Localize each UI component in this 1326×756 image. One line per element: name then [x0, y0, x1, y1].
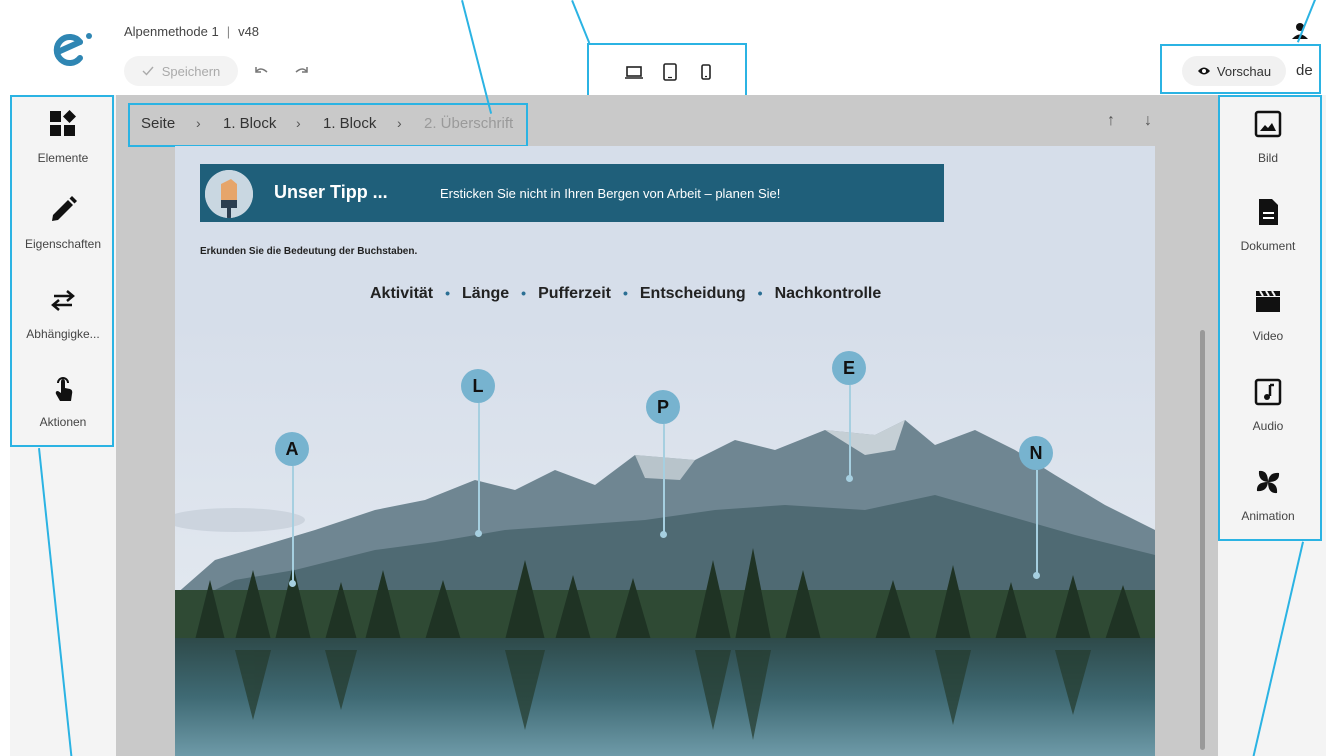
sidebar-item-abhaengigkeiten[interactable]: Abhängigke... [10, 285, 116, 341]
top-bar: Alpenmethode 1 | v48 Speichern Vorschau … [0, 0, 1326, 100]
pin-marker-e[interactable]: E [832, 351, 866, 385]
music-note-icon [1254, 378, 1282, 406]
media-item-video[interactable]: Video [1214, 287, 1322, 343]
media-item-label: Animation [1241, 509, 1295, 523]
pin-marker-n[interactable]: N [1019, 436, 1053, 470]
save-button[interactable]: Speichern [124, 56, 238, 86]
sidebar-item-label: Aktionen [39, 415, 87, 429]
swap-arrows-icon [51, 290, 75, 311]
mountain-landscape-image [175, 320, 1155, 756]
move-down-arrow-icon[interactable]: ↓ [1144, 112, 1152, 130]
canvas-scrollbar[interactable] [1200, 330, 1205, 750]
redo-icon[interactable] [294, 64, 310, 78]
pin-anchor [289, 580, 296, 587]
person-illustration-icon [205, 170, 253, 218]
breadcrumb-item[interactable]: 1. Block [323, 115, 376, 132]
legend-item: Aktivität [370, 285, 434, 302]
media-item-label: Audio [1252, 419, 1284, 433]
pin-anchor [660, 531, 667, 538]
media-item-label: Bild [1257, 151, 1278, 165]
legend-item: Nachkontrolle [774, 285, 882, 302]
pin-connector [849, 385, 851, 478]
legend-item: Entscheidung [639, 285, 746, 302]
legend-line: Aktivität • Länge • Pufferzeit • Entscheidung •… [370, 285, 881, 303]
breadcrumb-separator: › [196, 115, 201, 131]
sidebar-item-elemente[interactable]: Elemente [10, 109, 116, 165]
breadcrumb-current: 2. Überschrift [424, 115, 514, 132]
breadcrumb-separator: › [397, 115, 402, 131]
legend-item: Pufferzeit [538, 285, 611, 302]
sidebar-item-eigenschaften[interactable]: Eigenschaften [10, 195, 116, 251]
preview-button[interactable]: Vorschau [1182, 56, 1286, 86]
tip-text: Ersticken Sie nicht in Ihren Bergen von … [440, 186, 781, 201]
pencil-icon [52, 196, 77, 221]
document-icon [1259, 199, 1278, 225]
undo-icon[interactable] [253, 64, 269, 78]
save-label: Speichern [161, 63, 221, 79]
eye-icon [1197, 67, 1210, 75]
left-sidebar: Elemente Eigenschaften Abhängigke... Akt… [10, 95, 116, 756]
pin-marker-p[interactable]: P [646, 390, 680, 424]
title-separator: | [226, 24, 231, 39]
pin-connector [292, 466, 294, 582]
document-version: v48 [238, 24, 260, 39]
image-icon [1254, 110, 1282, 138]
sidebar-item-label: Eigenschaften [24, 237, 102, 251]
breadcrumb-item[interactable]: 1. Block [223, 115, 276, 132]
legend-item: Länge [462, 285, 510, 302]
tip-title: Unser Tipp ... [274, 182, 388, 202]
widgets-icon [50, 110, 76, 136]
check-icon [142, 66, 154, 76]
document-title: Alpenmethode 1 | v48 [124, 24, 259, 39]
right-sidebar: Bild Dokument Video Audio Animation [1218, 95, 1326, 756]
device-switcher [587, 43, 747, 100]
pin-connector [1036, 470, 1038, 575]
media-item-animation[interactable]: Animation [1214, 467, 1322, 523]
intro-text: Erkunden Sie die Bedeutung der Buchstabe… [200, 246, 418, 257]
breadcrumb-item[interactable]: Seite [141, 115, 175, 132]
pinwheel-icon [1256, 470, 1280, 494]
sidebar-item-aktionen[interactable]: Aktionen [10, 373, 116, 429]
pin-anchor [475, 530, 482, 537]
app-logo-icon [53, 33, 92, 66]
legend-dot: • [445, 285, 451, 301]
pin-anchor [1033, 572, 1040, 579]
tablet-view-icon[interactable] [660, 62, 680, 82]
pin-anchor [846, 475, 853, 482]
clapperboard-icon [1256, 290, 1280, 312]
pin-connector [478, 403, 480, 533]
pin-connector [663, 424, 665, 534]
legend-dot: • [622, 285, 628, 301]
move-up-arrow-icon[interactable]: ↑ [1107, 112, 1115, 130]
pin-marker-a[interactable]: A [275, 432, 309, 466]
pin-marker-l[interactable]: L [461, 369, 495, 403]
phone-view-icon[interactable] [696, 62, 716, 82]
tip-avatar [205, 170, 253, 218]
language-selector[interactable]: de [1296, 62, 1313, 79]
touch-hand-icon [55, 377, 73, 401]
media-item-label: Video [1252, 329, 1284, 343]
media-item-audio[interactable]: Audio [1214, 377, 1322, 433]
preview-label: Vorschau [1216, 63, 1272, 79]
breadcrumb-separator: › [296, 115, 301, 131]
legend-dot: • [521, 285, 527, 301]
document-name: Alpenmethode 1 [124, 24, 219, 39]
sidebar-item-label: Abhängigke... [26, 327, 100, 341]
media-item-dokument[interactable]: Dokument [1214, 197, 1322, 253]
media-item-bild[interactable]: Bild [1214, 109, 1322, 165]
sidebar-item-label: Elemente [37, 151, 89, 165]
media-item-label: Dokument [1240, 239, 1296, 253]
desktop-view-icon[interactable] [624, 62, 644, 82]
legend-dot: • [757, 285, 763, 301]
